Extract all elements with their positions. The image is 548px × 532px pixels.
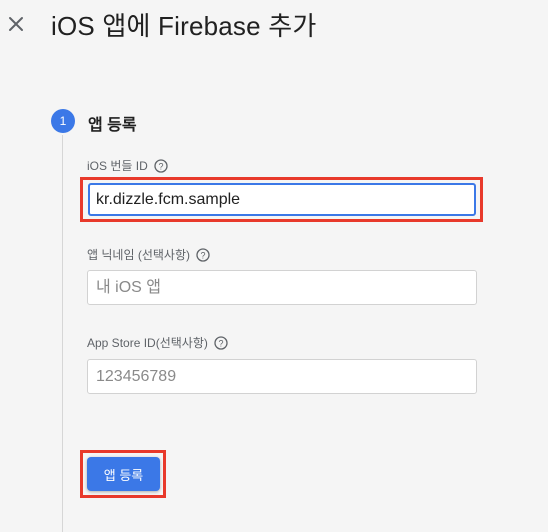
step-number-badge: 1 — [51, 109, 75, 133]
bundle-id-input[interactable] — [88, 183, 476, 216]
nickname-input[interactable] — [87, 270, 477, 305]
nickname-label-text: 앱 닉네임 (선택사항) — [87, 248, 190, 262]
page-title: iOS 앱에 Firebase 추가 — [51, 11, 317, 41]
svg-text:?: ? — [200, 250, 205, 260]
app-store-id-input[interactable] — [87, 359, 477, 394]
help-circle-icon[interactable]: ? — [154, 158, 168, 173]
register-app-button[interactable]: 앱 등록 — [87, 457, 160, 491]
help-circle-icon[interactable]: ? — [214, 335, 228, 350]
bundle-id-label-text: iOS 번들 ID — [87, 159, 148, 173]
step-title: 앱 등록 — [88, 117, 137, 134]
app-store-id-label: App Store ID(선택사항) ? — [87, 334, 228, 351]
help-circle-icon[interactable]: ? — [196, 247, 210, 262]
nickname-label: 앱 닉네임 (선택사항) ? — [87, 246, 210, 263]
svg-text:?: ? — [218, 338, 223, 348]
app-store-id-label-text: App Store ID(선택사항) — [87, 336, 208, 350]
svg-text:?: ? — [158, 161, 163, 171]
bundle-id-label: iOS 번들 ID ? — [87, 157, 168, 174]
step-connector-line — [62, 135, 63, 532]
close-icon[interactable] — [4, 12, 28, 36]
